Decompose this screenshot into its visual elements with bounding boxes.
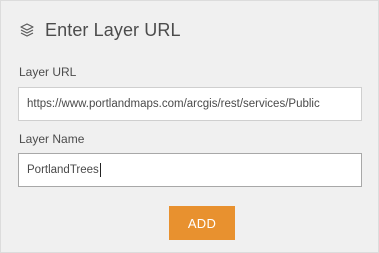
panel-header: Enter Layer URL (17, 15, 181, 45)
enter-layer-url-panel: Enter Layer URL Layer URL https://www.po… (0, 0, 379, 253)
panel-title: Enter Layer URL (45, 19, 181, 40)
layers-icon (17, 20, 37, 40)
layer-name-input[interactable]: PortlandTrees (18, 153, 362, 187)
layer-url-label: Layer URL (19, 65, 77, 79)
text-caret (99, 163, 101, 177)
layer-name-value: PortlandTrees (27, 164, 99, 176)
layer-url-input[interactable]: https://www.portlandmaps.com/arcgis/rest… (18, 87, 362, 121)
layer-name-label: Layer Name (19, 132, 85, 146)
add-button[interactable]: ADD (169, 206, 235, 240)
layer-url-value: https://www.portlandmaps.com/arcgis/rest… (27, 98, 320, 110)
